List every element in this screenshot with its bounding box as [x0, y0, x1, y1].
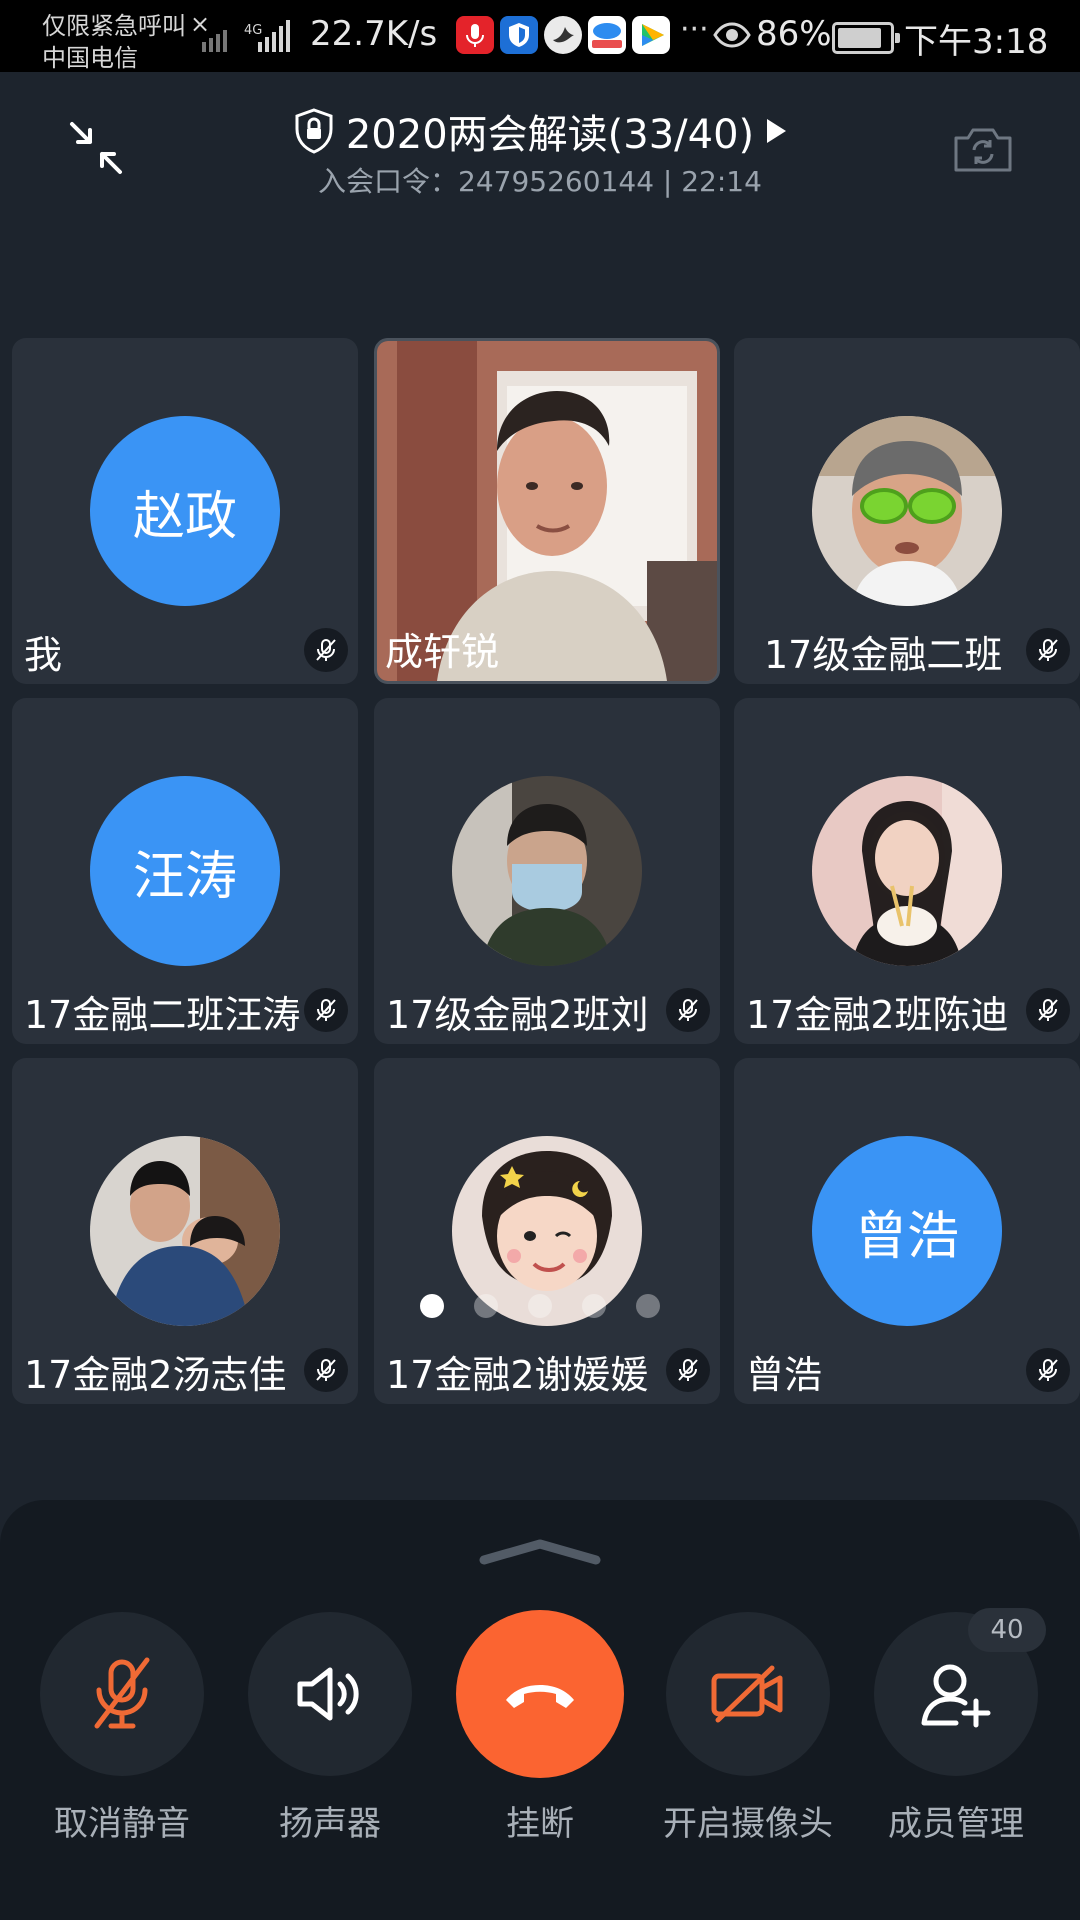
muted-mic-icon	[1026, 628, 1070, 672]
muted-mic-icon	[666, 988, 710, 1032]
participant-tile[interactable]: 曾浩 曾浩	[734, 1058, 1080, 1404]
avatar	[90, 1136, 280, 1326]
speaker-button[interactable]	[248, 1612, 412, 1776]
shield-app-icon	[500, 16, 538, 54]
battery-icon	[832, 22, 900, 54]
participant-name: 我	[24, 633, 63, 677]
avatar	[452, 776, 642, 966]
carrier-name: 中国电信	[42, 44, 138, 72]
meeting-title-row[interactable]: 2020两会解读(33/40)	[0, 102, 1080, 160]
page-dot[interactable]	[420, 1294, 444, 1318]
participant-name: 17级金融二班	[764, 633, 1003, 677]
muted-mic-icon	[304, 628, 348, 672]
eye-comfort-icon	[713, 22, 751, 48]
avatar	[812, 776, 1002, 966]
switch-camera-icon[interactable]	[952, 124, 1014, 174]
participant-name: 曾浩	[746, 1353, 823, 1397]
participant-name: 17级金融2班刘	[386, 993, 649, 1037]
network-speed: 22.7K/s	[310, 14, 438, 54]
muted-microphone-icon	[94, 1657, 150, 1729]
unmute-button[interactable]	[40, 1612, 204, 1776]
muted-mic-icon	[1026, 988, 1070, 1032]
hang-up-icon	[506, 1685, 574, 1708]
muted-mic-icon	[666, 1348, 710, 1392]
bird-app-icon	[544, 16, 582, 54]
participant-name: 17金融2汤志佳	[24, 1353, 287, 1397]
speaker-label: 扬声器	[279, 1804, 381, 1844]
signal-icon: 4G	[202, 20, 290, 52]
page-dot[interactable]	[474, 1294, 498, 1318]
participant-tile[interactable]: 汪涛 17金融二班汪涛	[12, 698, 358, 1044]
participant-name: 17金融2谢媛媛	[386, 1353, 649, 1397]
participant-tile[interactable]: 17金融2汤志佳	[12, 1058, 358, 1404]
participant-tile[interactable]: 17级金融2班刘	[374, 698, 720, 1044]
clock: 下午3:18	[904, 22, 1049, 62]
page-dot[interactable]	[582, 1294, 606, 1318]
members-label: 成员管理	[888, 1804, 1024, 1844]
camera-off-icon	[711, 1665, 783, 1723]
hang-up-button[interactable]	[456, 1610, 624, 1778]
unmute-label: 取消静音	[54, 1804, 190, 1844]
member-count-badge: 40	[968, 1608, 1046, 1652]
speaker-icon	[297, 1667, 359, 1721]
meeting-title: 2020两会解读(33/40)	[345, 112, 755, 158]
camera-label: 开启摄像头	[663, 1804, 833, 1844]
muted-mic-icon	[304, 988, 348, 1032]
participant-tile[interactable]: 17级金融二班	[734, 338, 1080, 684]
microphone-app-icon	[456, 16, 494, 54]
participant-name: 17金融二班汪涛	[24, 993, 301, 1037]
more-notifications-icon: ···	[680, 12, 709, 47]
avatar	[812, 416, 1002, 606]
game-app-icon	[588, 16, 626, 54]
avatar: 曾浩	[812, 1136, 1002, 1326]
avatar: 汪涛	[90, 776, 280, 966]
play-arrow-icon	[767, 119, 787, 143]
participant-tile[interactable]: 赵政 我	[12, 338, 358, 684]
page-indicator[interactable]	[420, 1294, 660, 1318]
participant-video-tile[interactable]: 成轩锐	[374, 338, 720, 684]
participant-tile[interactable]: 17金融2班陈迪	[734, 698, 1080, 1044]
muted-mic-icon	[1026, 1348, 1070, 1392]
status-bar: 仅限紧急呼叫 中国电信 × 4G 22.7K/s ··· 86% 下午3:18	[0, 0, 1080, 72]
participant-name: 成轩锐	[385, 630, 500, 674]
participant-tile[interactable]: 17金融2谢媛媛	[374, 1058, 720, 1404]
network-type: 4G	[244, 23, 262, 38]
page-dot[interactable]	[636, 1294, 660, 1318]
camera-button[interactable]	[666, 1612, 830, 1776]
meeting-code: 入会口令：24795260144 | 22:14	[318, 165, 762, 198]
carrier-label: 仅限紧急呼叫	[42, 12, 186, 40]
hang-up-label: 挂断	[506, 1804, 574, 1844]
participant-name: 17金融2班陈迪	[746, 993, 1009, 1037]
add-member-icon	[921, 1664, 991, 1728]
control-panel: 取消静音 扬声器 挂断 开启摄像头 40 成员管理	[0, 1500, 1080, 1920]
video-app-icon	[632, 16, 670, 54]
secure-lock-icon	[295, 108, 333, 154]
avatar: 赵政	[90, 416, 280, 606]
page-dot[interactable]	[528, 1294, 552, 1318]
battery-percent: 86%	[756, 14, 832, 54]
muted-mic-icon	[304, 1348, 348, 1392]
expand-handle-icon[interactable]	[478, 1536, 602, 1566]
